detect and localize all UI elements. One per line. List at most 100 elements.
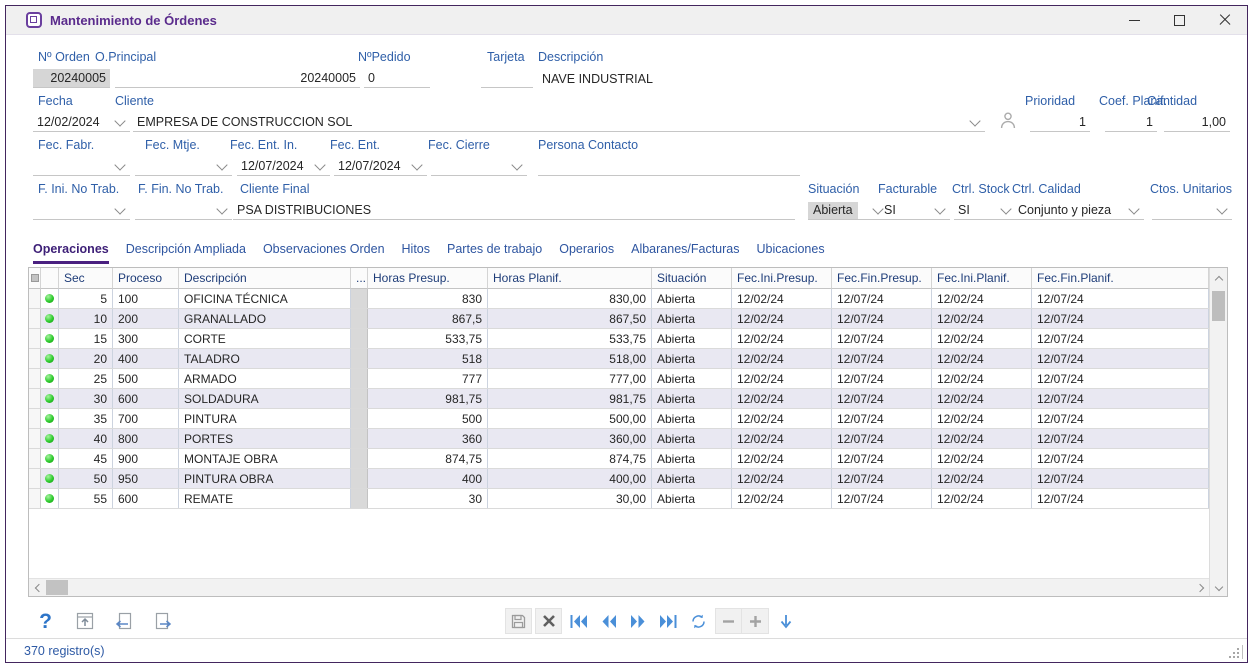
table-row[interactable]: 55600REMATE3030,00Abierta12/02/2412/07/2… xyxy=(29,489,1209,509)
cell-fec-ini-presup: 12/02/24 xyxy=(732,409,832,428)
table-row[interactable]: 40800PORTES360360,00Abierta12/02/2412/07… xyxy=(29,429,1209,449)
cliente-dropdown-icon[interactable] xyxy=(969,115,980,126)
table-row[interactable]: 30600SOLDADURA981,75981,75Abierta12/02/2… xyxy=(29,389,1209,409)
export-window-button[interactable] xyxy=(71,608,98,634)
tab-observaciones-orden[interactable]: Observaciones Orden xyxy=(263,242,385,264)
table-row[interactable]: 15300CORTE533,75533,75Abierta12/02/2412/… xyxy=(29,329,1209,349)
column-header-proceso[interactable]: Proceso xyxy=(113,268,179,289)
fec-fabr-field[interactable] xyxy=(33,157,130,176)
tab-albaranes-facturas[interactable]: Albaranes/Facturas xyxy=(631,242,739,264)
fec-ent-in-dropdown-icon[interactable] xyxy=(314,159,325,170)
ctrl-calidad-field[interactable]: Conjunto y pieza xyxy=(1014,201,1144,220)
prioridad-field[interactable]: 1 xyxy=(1030,113,1090,132)
resize-grip-icon[interactable] xyxy=(1225,646,1239,658)
situacion-field[interactable]: Abierta xyxy=(808,201,888,220)
go-to-last-button[interactable] xyxy=(772,608,799,634)
column-header-fec-ini-planif[interactable]: Fec.Ini.Planif. xyxy=(932,268,1032,289)
descripcion-field[interactable]: NAVE INDUSTRIAL xyxy=(538,69,998,88)
f-ini-no-trab-field[interactable] xyxy=(33,201,130,220)
column-header-fec-fin-presup[interactable]: Fec.Fin.Presup. xyxy=(832,268,932,289)
tab-descripci-n-ampliada[interactable]: Descripción Ampliada xyxy=(126,242,246,264)
last-record-button[interactable] xyxy=(655,608,682,634)
import-document-button[interactable] xyxy=(110,608,137,634)
tab-operarios[interactable]: Operarios xyxy=(559,242,614,264)
num-pedido-field[interactable]: 0 xyxy=(364,69,430,88)
column-header-fec-fin-planif[interactable]: Fec.Fin.Planif. xyxy=(1032,268,1209,289)
cliente-field[interactable]: EMPRESA DE CONSTRUCCION SOL xyxy=(133,113,985,132)
table-row[interactable]: 5100OFICINA TÉCNICA830830,00Abierta12/02… xyxy=(29,289,1209,309)
facturable-dropdown-icon[interactable] xyxy=(934,203,945,214)
cancel-button[interactable] xyxy=(535,608,562,634)
help-button[interactable]: ? xyxy=(32,608,59,634)
fec-ent-field[interactable]: 12/07/2024 xyxy=(334,157,427,176)
cliente-final-field[interactable]: PSA DISTRIBUCIONES xyxy=(233,201,795,220)
first-record-button[interactable] xyxy=(565,608,592,634)
o-principal-field[interactable]: 20240005 xyxy=(115,69,360,88)
num-orden-field[interactable]: 20240005 xyxy=(33,69,110,88)
horizontal-scrollbar[interactable] xyxy=(29,578,1209,596)
f-fin-no-trab-dropdown-icon[interactable] xyxy=(216,203,227,214)
fecha-field[interactable]: 12/02/2024 xyxy=(33,113,130,132)
column-header-horas-presup[interactable]: Horas Presup. xyxy=(368,268,488,289)
table-row[interactable]: 20400TALADRO518518,00Abierta12/02/2412/0… xyxy=(29,349,1209,369)
fec-mtje-field[interactable] xyxy=(135,157,232,176)
tab-hitos[interactable]: Hitos xyxy=(402,242,430,264)
column-header-fec-ini-presup[interactable]: Fec.Ini.Presup. xyxy=(732,268,832,289)
fec-ent-in-field[interactable]: 12/07/2024 xyxy=(237,157,330,176)
fec-mtje-dropdown-icon[interactable] xyxy=(216,159,227,170)
minimize-button[interactable] xyxy=(1112,6,1157,34)
tab-partes-de-trabajo[interactable]: Partes de trabajo xyxy=(447,242,542,264)
table-row[interactable]: 35700PINTURA500500,00Abierta12/02/2412/0… xyxy=(29,409,1209,429)
column-header-situacion[interactable]: Situación xyxy=(652,268,732,289)
column-header-horas-planif[interactable]: Horas Planif. xyxy=(488,268,652,289)
persona-contacto-field[interactable] xyxy=(538,157,800,176)
table-row[interactable]: 50950PINTURA OBRA400400,00Abierta12/02/2… xyxy=(29,469,1209,489)
f-ini-no-trab-dropdown-icon[interactable] xyxy=(114,203,125,214)
tarjeta-field[interactable] xyxy=(481,69,533,88)
tab-ubicaciones[interactable]: Ubicaciones xyxy=(757,242,825,264)
fecha-dropdown-icon[interactable] xyxy=(114,115,125,126)
fec-cierre-field[interactable] xyxy=(431,157,527,176)
save-button[interactable] xyxy=(505,608,532,634)
status-ok-icon xyxy=(45,474,54,483)
fec-cierre-dropdown-icon[interactable] xyxy=(511,159,522,170)
select-all-header[interactable] xyxy=(29,268,41,289)
column-header-sec[interactable]: Sec xyxy=(59,268,113,289)
scroll-up-button[interactable] xyxy=(1210,268,1227,289)
table-row[interactable]: 25500ARMADO777777,00Abierta12/02/2412/07… xyxy=(29,369,1209,389)
ctos-unitarios-dropdown-icon[interactable] xyxy=(1216,203,1227,214)
facturable-field[interactable]: SI xyxy=(880,201,950,220)
cell-fec-ini-presup: 12/02/24 xyxy=(732,309,832,328)
vertical-scroll-thumb[interactable] xyxy=(1212,291,1225,321)
ctrl-stock-field[interactable]: SI xyxy=(954,201,1016,220)
ctrl-stock-dropdown-icon[interactable] xyxy=(1000,203,1011,214)
column-header-descripcion[interactable]: Descripción xyxy=(179,268,351,289)
close-button[interactable] xyxy=(1202,6,1247,34)
scroll-down-button[interactable] xyxy=(1210,579,1227,596)
add-row-button[interactable] xyxy=(742,608,769,634)
scroll-right-button[interactable] xyxy=(1192,579,1209,596)
cantidad-field[interactable]: 1,00 xyxy=(1164,113,1230,132)
table-row[interactable]: 10200GRANALLADO867,5867,50Abierta12/02/2… xyxy=(29,309,1209,329)
ctrl-calidad-dropdown-icon[interactable] xyxy=(1128,203,1139,214)
export-document-button[interactable] xyxy=(149,608,176,634)
fec-ent-dropdown-icon[interactable] xyxy=(411,159,422,170)
previous-record-button[interactable] xyxy=(595,608,622,634)
coef-planif-field[interactable]: 1 xyxy=(1105,113,1157,132)
cell-fec-fin-planif: 12/07/24 xyxy=(1032,489,1209,508)
cell-fec-fin-presup: 12/07/24 xyxy=(832,469,932,488)
remove-row-button[interactable] xyxy=(715,608,742,634)
horizontal-scroll-thumb[interactable] xyxy=(46,580,68,595)
table-row[interactable]: 45900MONTAJE OBRA874,75874,75Abierta12/0… xyxy=(29,449,1209,469)
maximize-button[interactable] xyxy=(1157,6,1202,34)
scroll-left-button[interactable] xyxy=(29,579,46,596)
refresh-button[interactable] xyxy=(685,608,712,634)
fec-fabr-dropdown-icon[interactable] xyxy=(114,159,125,170)
vertical-scrollbar[interactable] xyxy=(1209,268,1227,596)
tab-operaciones[interactable]: Operaciones xyxy=(33,242,109,264)
column-header--dots[interactable]: ... xyxy=(351,268,368,289)
next-record-button[interactable] xyxy=(625,608,652,634)
ctos-unitarios-field[interactable] xyxy=(1152,201,1232,220)
f-fin-no-trab-field[interactable] xyxy=(135,201,232,220)
contact-person-icon[interactable] xyxy=(998,110,1018,130)
